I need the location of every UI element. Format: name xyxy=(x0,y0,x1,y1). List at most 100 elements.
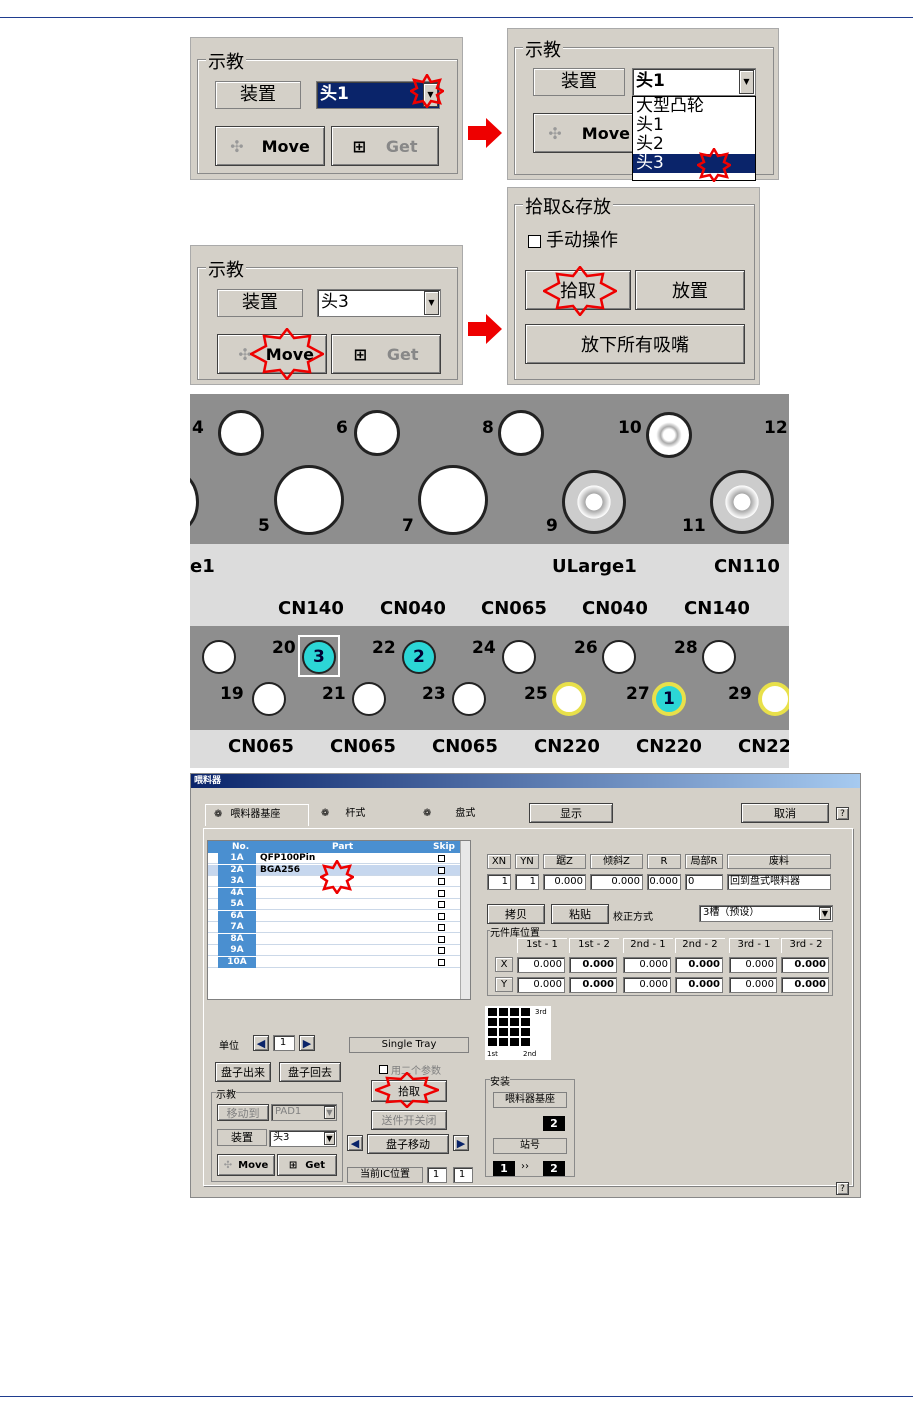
table-row[interactable]: 6A xyxy=(208,910,460,922)
param-value[interactable]: 1 xyxy=(515,874,539,890)
nozzle-hole xyxy=(418,465,488,535)
lib-value[interactable]: 0.000 xyxy=(729,957,777,973)
lib-value[interactable]: 0.000 xyxy=(569,977,617,993)
nozzle-type-label: CN065 xyxy=(228,736,294,757)
manual-checkbox-row[interactable]: 手动操作 xyxy=(528,226,618,252)
skip-checkbox[interactable] xyxy=(438,912,445,920)
slot-number: 21 xyxy=(322,684,346,704)
row-no: 3A xyxy=(218,876,256,887)
table-row[interactable]: 10A xyxy=(208,956,460,968)
tray-out-button[interactable]: 盘子出来 xyxy=(215,1062,271,1082)
lib-value[interactable]: 0.000 xyxy=(517,977,565,993)
skip-checkbox[interactable] xyxy=(438,855,445,862)
dropdown-arrow-icon[interactable]: ▼ xyxy=(324,1106,335,1119)
tab-stick[interactable]: ❁ 杆式 xyxy=(311,804,415,826)
clamp-button[interactable]: 送件开关闭 xyxy=(371,1110,447,1130)
param-value[interactable]: 0.000 xyxy=(543,874,586,890)
skip-checkbox[interactable] xyxy=(438,866,445,874)
pad-combo[interactable]: PAD1 ▼ xyxy=(271,1104,337,1121)
skip-checkbox[interactable] xyxy=(438,947,445,954)
manual-checkbox[interactable] xyxy=(528,234,541,248)
device-dropdown-list[interactable]: 大型凸轮 头1 头2 头3 xyxy=(632,96,756,181)
get-button[interactable]: ⊞ Get xyxy=(331,126,439,166)
get-button[interactable]: ⊞ Get xyxy=(277,1154,337,1176)
option-head-1[interactable]: 头1 xyxy=(636,116,755,135)
copy-button[interactable]: 拷贝 xyxy=(487,904,545,924)
ic-y[interactable]: 1 xyxy=(453,1167,473,1183)
unit-value[interactable]: 1 xyxy=(273,1035,295,1051)
highlight-star xyxy=(543,266,617,316)
tab-tray[interactable]: ❁ 盘式 xyxy=(417,804,521,826)
calib-label: 校正方式 xyxy=(613,912,653,923)
lib-value[interactable]: 0.000 xyxy=(623,977,671,993)
prev-tray-arrow-icon[interactable]: ◀ xyxy=(347,1135,363,1151)
lib-value[interactable]: 0.000 xyxy=(623,957,671,973)
move-button[interactable]: ✣ Move xyxy=(215,126,325,166)
param-header: 踞Z xyxy=(543,854,586,869)
table-scrollbar[interactable] xyxy=(460,841,470,999)
lib-header: 3rd - 2 xyxy=(781,938,831,953)
skip-checkbox[interactable] xyxy=(438,901,445,908)
ic-x[interactable]: 1 xyxy=(427,1167,447,1183)
skip-checkbox[interactable] xyxy=(438,924,445,931)
param-value[interactable]: 0.000 xyxy=(647,874,681,890)
param-value[interactable]: 回到盘式喂料器 xyxy=(727,874,831,890)
device-label: 装置 xyxy=(215,81,301,109)
get-button[interactable]: ⊞ Get xyxy=(331,334,441,374)
param-value[interactable]: 1 xyxy=(487,874,511,890)
row-part[interactable]: BGA256 xyxy=(260,865,300,876)
lib-value[interactable]: 0.000 xyxy=(517,957,565,973)
device-combo[interactable]: 头3 ▼ xyxy=(269,1130,337,1147)
lib-value[interactable]: 0.000 xyxy=(781,977,829,993)
table-row[interactable]: 9A xyxy=(208,945,460,956)
skip-checkbox[interactable] xyxy=(438,935,445,943)
move-button[interactable]: ✣ Move xyxy=(217,1154,275,1176)
prev-unit-arrow-icon[interactable]: ◀ xyxy=(253,1035,269,1051)
table-row[interactable]: 5A xyxy=(208,899,460,910)
next-tray-arrow-icon[interactable]: ▶ xyxy=(453,1135,469,1151)
option-head-2[interactable]: 头2 xyxy=(636,135,755,154)
drop-all-button[interactable]: 放下所有吸嘴 xyxy=(525,324,745,364)
help-button-bottom[interactable]: ? xyxy=(836,1182,849,1195)
tray-move-button[interactable]: 盘子移动 xyxy=(367,1134,449,1154)
option-head-3[interactable]: 头3 xyxy=(633,154,755,173)
lib-value[interactable]: 0.000 xyxy=(729,977,777,993)
lib-value[interactable]: 0.000 xyxy=(675,957,723,973)
axis-icon: ⊞ xyxy=(353,344,367,364)
device-combo[interactable]: 头3 ▼ xyxy=(317,289,441,317)
dropdown-arrow-icon[interactable]: ▼ xyxy=(739,70,754,94)
skip-checkbox[interactable] xyxy=(438,889,445,897)
lib-value[interactable]: 0.000 xyxy=(781,957,829,973)
paste-button[interactable]: 粘贴 xyxy=(551,904,609,924)
tab-icon: ❁ xyxy=(321,808,330,819)
next-unit-arrow-icon[interactable]: ▶ xyxy=(299,1035,315,1051)
tab-feeder-base[interactable]: ❁ 喂料器基座 xyxy=(205,804,309,826)
param-value[interactable]: 0 xyxy=(685,874,723,890)
dropdown-arrow-icon[interactable]: ▼ xyxy=(324,1132,335,1145)
base-number: 2 xyxy=(543,1116,565,1131)
cancel-button[interactable]: 取消 xyxy=(741,803,829,823)
table-row[interactable]: 7A xyxy=(208,922,460,933)
param-value[interactable]: 0.000 xyxy=(590,874,643,890)
lib-value[interactable]: 0.000 xyxy=(569,957,617,973)
place-button[interactable]: 放置 xyxy=(635,270,745,310)
move-button[interactable]: ✣ Move xyxy=(533,113,643,153)
skip-checkbox[interactable] xyxy=(438,878,445,885)
option-large-cam[interactable]: 大型凸轮 xyxy=(636,97,755,116)
dropdown-arrow-icon[interactable]: ▼ xyxy=(819,907,831,920)
move-icon: ✣ xyxy=(548,123,562,143)
table-row[interactable]: 8A xyxy=(208,933,460,945)
calib-combo[interactable]: 3槽（预设） ▼ xyxy=(699,905,833,922)
tray-back-button[interactable]: 盘子回去 xyxy=(279,1062,341,1082)
device-combo[interactable]: 头1 ▼ xyxy=(632,68,756,96)
help-button[interactable]: ? xyxy=(836,807,849,820)
dropdown-arrow-icon[interactable]: ▼ xyxy=(424,291,439,315)
group-title: 示教 xyxy=(523,36,563,62)
skip-checkbox[interactable] xyxy=(438,958,445,966)
lib-value[interactable]: 0.000 xyxy=(675,977,723,993)
show-button[interactable]: 显示 xyxy=(529,803,613,823)
move-to-button[interactable]: 移动到 xyxy=(217,1104,269,1121)
nozzle-type-label: CN22 xyxy=(738,736,789,757)
row-part[interactable]: QFP100Pin xyxy=(260,853,315,864)
nozzle-marked: 1 xyxy=(652,682,686,716)
